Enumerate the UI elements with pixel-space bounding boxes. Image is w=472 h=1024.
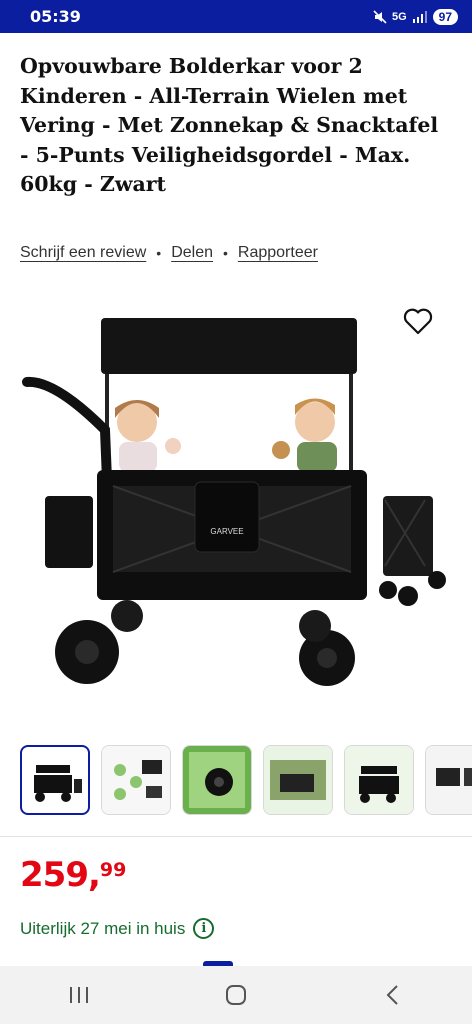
thumbnail-3[interactable]	[182, 745, 252, 815]
thumbnail-5[interactable]	[344, 745, 414, 815]
share-link[interactable]: Delen	[171, 244, 213, 262]
network-label: 5G	[391, 10, 407, 23]
system-icons: 5G 97	[373, 8, 458, 25]
bag-brand-label: GARVEE	[210, 527, 243, 536]
back-chevron-icon	[386, 985, 399, 1005]
mute-icon	[373, 9, 387, 24]
separator-dot: •	[223, 245, 228, 261]
thumbnail-4[interactable]	[263, 745, 333, 815]
signal-icon	[412, 10, 427, 23]
info-icon[interactable]: i	[193, 918, 215, 939]
write-review-link[interactable]: Schrijf een review	[20, 244, 146, 262]
separator-dot: •	[156, 245, 162, 261]
report-link[interactable]: Rapporteer	[238, 244, 318, 262]
thumbnail-1[interactable]	[20, 745, 90, 815]
battery-indicator: 97	[432, 8, 458, 25]
section-divider	[0, 836, 472, 837]
status-bar: 05:39 5G 97	[0, 0, 472, 33]
home-button[interactable]	[211, 975, 261, 1015]
delivery-info: Uiterlijk 27 mei in huis i	[20, 918, 215, 939]
thumbnail-2[interactable]	[101, 745, 171, 815]
recents-icon	[69, 987, 88, 1003]
product-image[interactable]: GARVEE	[15, 300, 457, 720]
back-button[interactable]	[368, 975, 418, 1015]
product-actions: Schrijf een review • Delen • Rapporteer	[20, 244, 318, 262]
product-title: Opvouwbare Bolderkar voor 2 Kinderen - A…	[20, 54, 439, 196]
recent-apps-button[interactable]	[54, 975, 104, 1015]
thumbnail-6[interactable]	[425, 745, 472, 815]
price-cents: 99	[99, 859, 127, 881]
heart-outline-icon[interactable]	[403, 308, 433, 335]
thumbnail-strip	[20, 745, 472, 815]
home-icon	[225, 985, 246, 1005]
product-price: 259,99	[20, 855, 126, 895]
android-nav-bar	[0, 966, 472, 1024]
status-time: 05:39	[30, 7, 81, 26]
delivery-text: Uiterlijk 27 mei in huis	[20, 918, 186, 938]
price-whole: 259,	[20, 855, 101, 895]
